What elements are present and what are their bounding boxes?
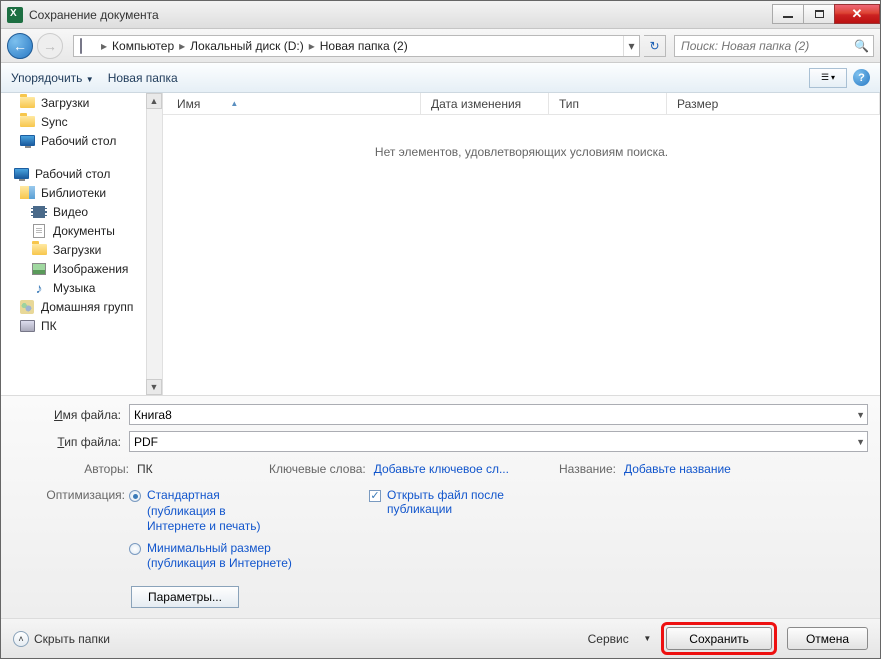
minimize-button[interactable]	[772, 4, 804, 24]
sidebar: ▲ ▼ Загрузки Sync Рабочий стол Рабочий с…	[1, 93, 163, 395]
authors-value[interactable]: ПК	[137, 462, 153, 476]
back-button[interactable]: ←	[7, 33, 33, 59]
scroll-down-button[interactable]: ▼	[146, 379, 162, 395]
col-name[interactable]: Имя▲	[163, 93, 421, 114]
save-dialog: Сохранение документа ✕ ← → ▸ Компьютер ▸…	[0, 0, 881, 659]
refresh-button[interactable]: ↻	[644, 35, 666, 57]
search-input[interactable]	[679, 38, 854, 54]
sidebar-item-pc[interactable]: ПК	[1, 316, 162, 335]
radio-minimal[interactable]: Минимальный размер (публикация в Интерне…	[129, 541, 369, 572]
new-folder-button[interactable]: Новая папка	[108, 71, 178, 85]
scroll-up-button[interactable]: ▲	[146, 93, 162, 109]
radio-icon	[129, 490, 141, 502]
scrollbar[interactable]	[146, 109, 162, 379]
cancel-button[interactable]: Отмена	[787, 627, 868, 650]
help-icon[interactable]: ?	[853, 69, 870, 86]
sidebar-item-libraries[interactable]: Библиотеки	[1, 183, 162, 202]
col-size[interactable]: Размер	[667, 93, 880, 114]
col-date[interactable]: Дата изменения	[421, 93, 549, 114]
titlebar[interactable]: Сохранение документа ✕	[1, 1, 880, 29]
maximize-button[interactable]	[803, 4, 835, 24]
file-list-area: Имя▲ Дата изменения Тип Размер Нет элеме…	[163, 93, 880, 395]
sidebar-item-documents[interactable]: Документы	[1, 221, 162, 240]
window-title: Сохранение документа	[29, 8, 159, 22]
computer-icon	[80, 39, 96, 53]
params-button[interactable]: Параметры...	[131, 586, 239, 608]
title-label: Название:	[559, 462, 616, 476]
excel-icon	[7, 7, 23, 23]
organize-menu[interactable]: Упорядочить ▼	[11, 71, 94, 85]
checkbox-open-after[interactable]: Открыть файл после публикации	[369, 488, 527, 516]
sidebar-item-video[interactable]: Видео	[1, 202, 162, 221]
col-type[interactable]: Тип	[549, 93, 667, 114]
sidebar-item-desktop2[interactable]: Рабочий стол	[1, 164, 162, 183]
filetype-select[interactable]: PDF▼	[129, 431, 868, 452]
breadcrumb-dropdown[interactable]: ▾	[623, 36, 639, 56]
crumb-folder[interactable]: Новая папка (2)	[318, 39, 410, 53]
chevron-up-icon: ˄	[13, 631, 29, 647]
sidebar-item-images[interactable]: Изображения	[1, 259, 162, 278]
optimize-label: Оптимизация:	[13, 488, 129, 608]
radio-icon	[129, 543, 141, 555]
close-button[interactable]: ✕	[834, 4, 880, 24]
title-value[interactable]: Добавьте название	[624, 462, 731, 476]
search-box[interactable]: 🔍	[674, 35, 874, 57]
search-icon: 🔍	[854, 39, 869, 53]
sidebar-item-sync[interactable]: Sync	[1, 112, 162, 131]
filetype-label: Тип файла:	[13, 435, 129, 449]
sidebar-item-desktop1[interactable]: Рабочий стол	[1, 131, 162, 150]
empty-message: Нет элементов, удовлетворяющих условиям …	[163, 145, 880, 159]
sidebar-item-music[interactable]: ♪Музыка	[1, 278, 162, 297]
bottom-panel: Имя файла: Книга8▼ Тип файла: PDF▼ Автор…	[1, 395, 880, 618]
sidebar-item-downloads2[interactable]: Загрузки	[1, 240, 162, 259]
hide-folders-button[interactable]: ˄ Скрыть папки	[13, 631, 110, 647]
crumb-computer[interactable]: Компьютер	[110, 39, 176, 53]
breadcrumb[interactable]: ▸ Компьютер ▸ Локальный диск (D:) ▸ Нова…	[73, 35, 640, 57]
footer: ˄ Скрыть папки Сервис ▼ Сохранить Отмена	[1, 618, 880, 658]
authors-label: Авторы:	[13, 462, 129, 476]
forward-button[interactable]: →	[37, 33, 63, 59]
sidebar-item-downloads[interactable]: Загрузки	[1, 93, 162, 112]
sidebar-item-homegroup[interactable]: Домашняя групп	[1, 297, 162, 316]
save-button[interactable]: Сохранить	[666, 627, 772, 650]
filename-label: Имя файла:	[13, 408, 129, 422]
crumb-drive[interactable]: Локальный диск (D:)	[188, 39, 306, 53]
keywords-label: Ключевые слова:	[269, 462, 366, 476]
nav-bar: ← → ▸ Компьютер ▸ Локальный диск (D:) ▸ …	[1, 29, 880, 63]
column-headers: Имя▲ Дата изменения Тип Размер	[163, 93, 880, 115]
keywords-value[interactable]: Добавьте ключевое сл...	[374, 462, 509, 476]
service-menu[interactable]: Сервис ▼	[588, 632, 652, 646]
highlight-annotation: Сохранить	[661, 622, 777, 655]
view-button[interactable]: ☰▾	[809, 68, 847, 88]
music-icon: ♪	[31, 280, 47, 296]
filename-input[interactable]: Книга8▼	[129, 404, 868, 425]
toolbar: Упорядочить ▼ Новая папка ☰▾ ?	[1, 63, 880, 93]
checkbox-icon	[369, 490, 381, 502]
radio-standard[interactable]: Стандартная (публикация в Интернете и пе…	[129, 488, 369, 535]
